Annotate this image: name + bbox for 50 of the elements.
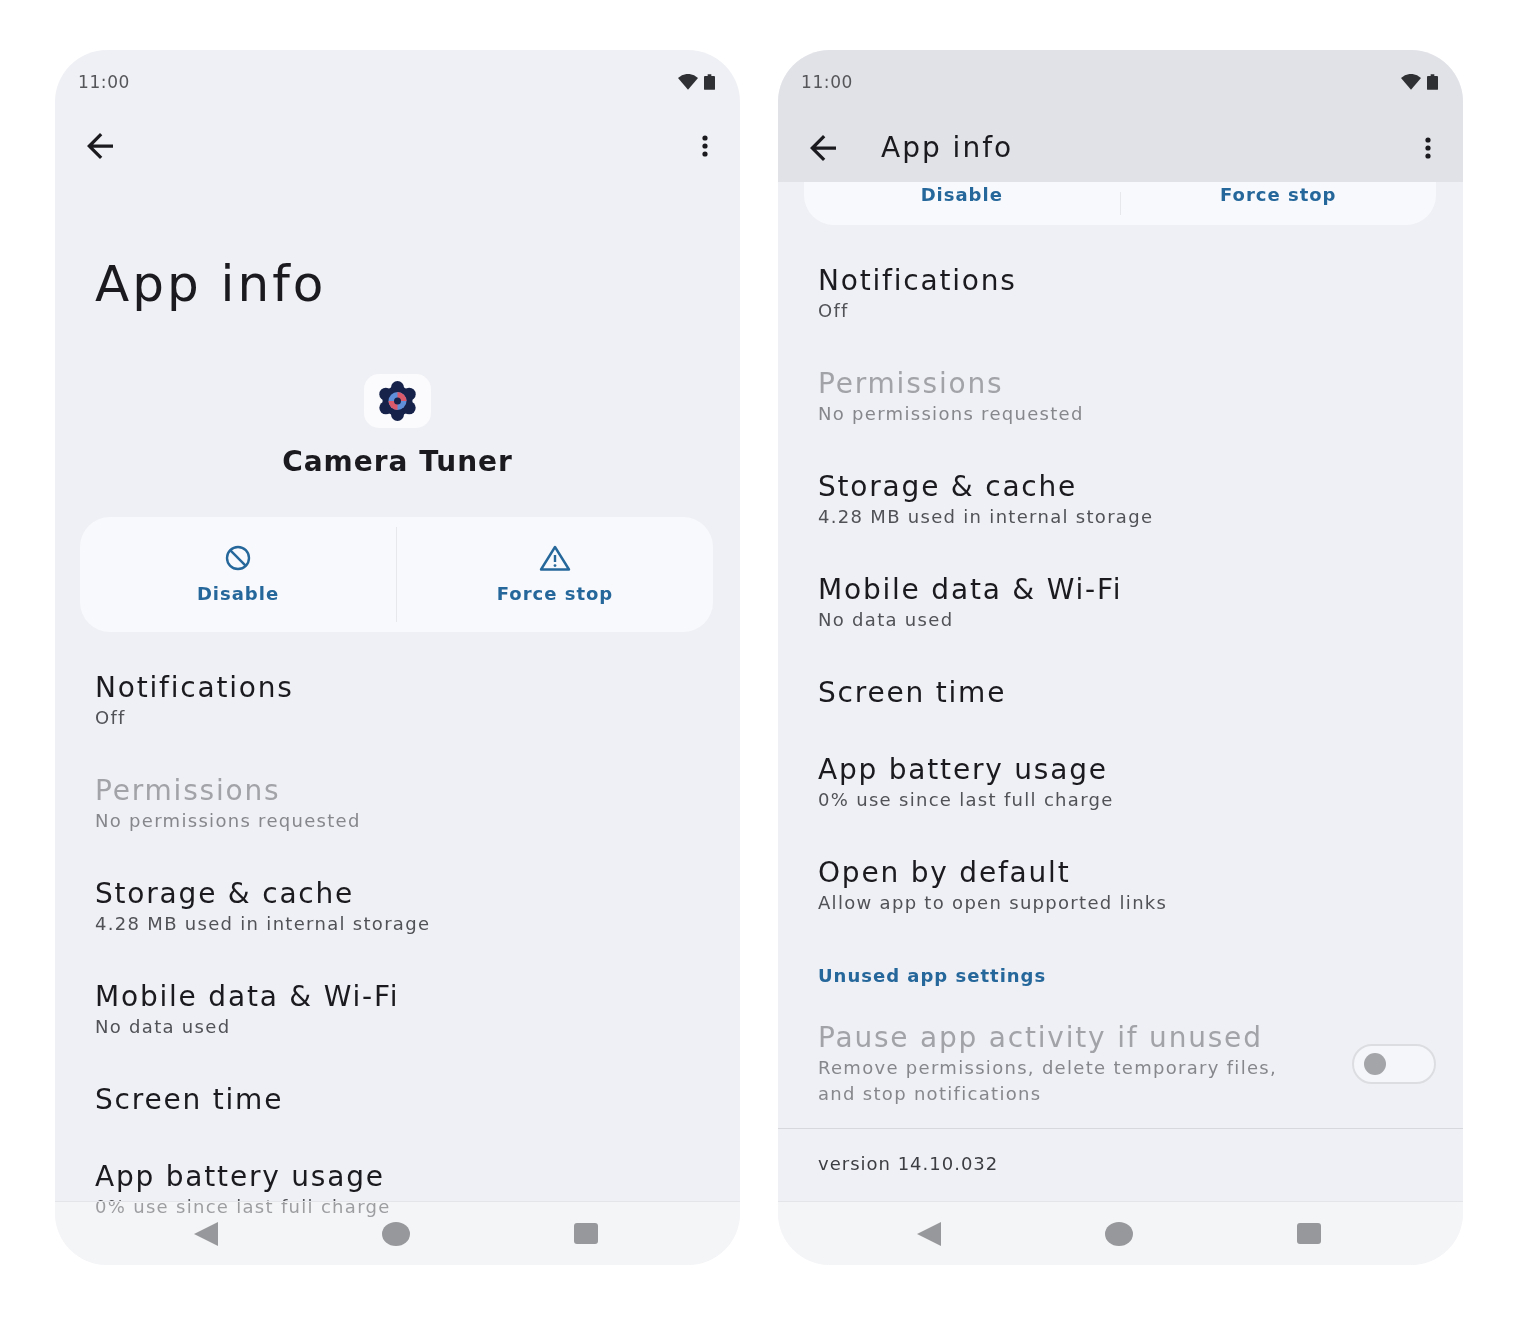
- warning-icon: [539, 545, 571, 571]
- item-summary: 4.28 MB used in internal storage: [818, 504, 1155, 529]
- item-summary: No permissions requested: [818, 401, 1085, 426]
- app-name: Camera Tuner: [282, 445, 513, 479]
- action-button[interactable]: Disable: [80, 517, 396, 632]
- nav-back-icon[interactable]: [194, 1221, 218, 1246]
- item-title[interactable]: Storage & cache: [95, 876, 700, 911]
- nav-back-icon[interactable]: [917, 1221, 941, 1246]
- item-summary: Remove permissions, delete temporary files, and stop notifications: [818, 1055, 1279, 1106]
- item-title[interactable]: Open by default: [818, 855, 1423, 890]
- item-summary: Allow app to open supported links: [818, 890, 1169, 915]
- item-title[interactable]: Screen time: [95, 1082, 700, 1117]
- item-title[interactable]: Notifications: [95, 670, 700, 705]
- item-summary: No data used: [818, 607, 955, 632]
- item-title[interactable]: Mobile data & Wi-Fi: [95, 979, 700, 1014]
- item-summary: Off: [95, 705, 127, 730]
- item-summary: No data used: [95, 1014, 232, 1039]
- action-button[interactable]: Disable: [804, 182, 1120, 225]
- version-text: version 14.10.032: [818, 1153, 999, 1174]
- back-icon[interactable]: [87, 133, 113, 159]
- battery-icon: [704, 74, 715, 90]
- app-icon: [364, 374, 431, 428]
- item-summary: 4.28 MB used in internal storage: [95, 911, 432, 936]
- home-icon[interactable]: [382, 1221, 410, 1246]
- action-button[interactable]: Force stop: [397, 517, 713, 632]
- item-title[interactable]: Notifications: [818, 263, 1423, 298]
- more-icon[interactable]: [1425, 137, 1431, 159]
- more-icon[interactable]: [702, 135, 708, 157]
- action-button[interactable]: Force stop: [1120, 182, 1436, 225]
- blocked-icon: [225, 545, 251, 571]
- recents-icon[interactable]: [1297, 1223, 1321, 1244]
- wifi-icon: [678, 74, 698, 90]
- item-summary: No permissions requested: [95, 808, 362, 833]
- section-header: Unused app settings: [818, 965, 1047, 986]
- battery-icon: [1427, 74, 1438, 90]
- item-title[interactable]: App battery usage: [95, 1159, 700, 1194]
- home-icon[interactable]: [1105, 1221, 1133, 1246]
- status-time: 11:00: [801, 71, 853, 93]
- status-time: 11:00: [78, 71, 130, 93]
- item-summary: Off: [818, 298, 850, 323]
- item-title[interactable]: Screen time: [818, 675, 1423, 710]
- item-title[interactable]: Mobile data & Wi-Fi: [818, 572, 1423, 607]
- page-title: App info: [95, 254, 328, 314]
- back-icon[interactable]: [810, 135, 836, 161]
- recents-icon[interactable]: [574, 1223, 598, 1244]
- item-title[interactable]: Storage & cache: [818, 469, 1423, 504]
- item-summary: 0% use since last full charge: [818, 787, 1115, 812]
- app-bar-title: App info: [881, 131, 1014, 165]
- wifi-icon: [1401, 74, 1421, 90]
- item-title[interactable]: App battery usage: [818, 752, 1423, 787]
